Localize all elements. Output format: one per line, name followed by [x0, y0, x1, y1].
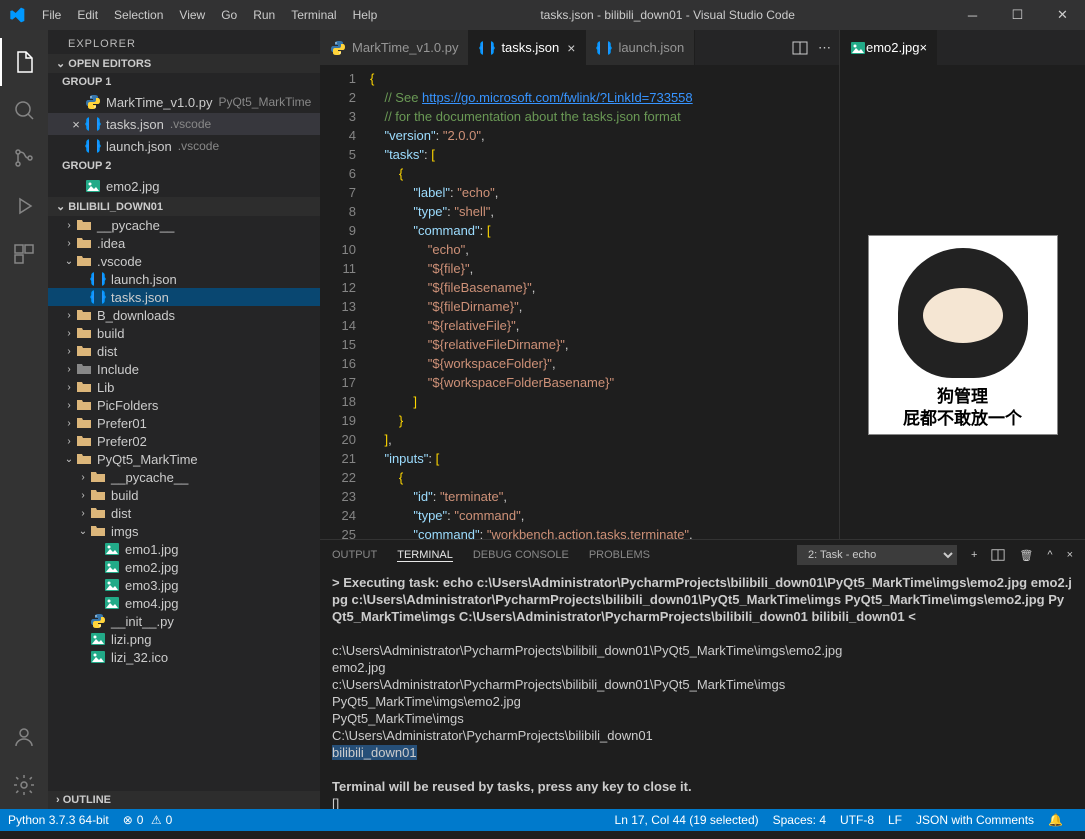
status-bell-icon[interactable]: 🔔 [1048, 813, 1063, 827]
status-spaces[interactable]: Spaces: 4 [773, 813, 826, 827]
tree-item[interactable]: lizi.png [48, 630, 320, 648]
bottom-panel: OUTPUT TERMINAL DEBUG CONSOLE PROBLEMS 2: Ta… [320, 539, 1085, 809]
panel-tab-output[interactable]: OUTPUT [332, 549, 377, 561]
account-icon[interactable] [0, 713, 48, 761]
meme-face-icon [898, 248, 1028, 378]
tree-item[interactable]: __pycache__ [48, 216, 320, 234]
editor-group-2-tabs: emo2.jpg× [840, 30, 1085, 65]
panel-tab-terminal[interactable]: TERMINAL [397, 549, 453, 562]
tree-item[interactable]: launch.json [48, 270, 320, 288]
image-preview: 狗管理 屁都不敢放一个 [868, 235, 1058, 435]
open-editor-item[interactable]: ×tasks.json.vscode [48, 113, 320, 135]
tree-item[interactable]: PicFolders [48, 396, 320, 414]
more-actions-icon[interactable]: ⋯ [818, 40, 831, 56]
tree-item[interactable]: PyQt5_MarkTime [48, 450, 320, 468]
close-panel-icon[interactable]: × [1067, 549, 1073, 561]
tree-item[interactable]: .vscode [48, 252, 320, 270]
outline-header[interactable]: OUTLINE [48, 791, 320, 809]
tree-item[interactable]: emo3.jpg [48, 576, 320, 594]
maximize-panel-icon[interactable]: ^ [1047, 549, 1052, 561]
menu-bar: FileEditSelectionViewGoRunTerminalHelp [34, 8, 385, 22]
menu-selection[interactable]: Selection [106, 8, 171, 22]
editor-tab[interactable]: tasks.json× [469, 30, 586, 65]
minimize-button[interactable]: ─ [950, 0, 995, 30]
tree-item[interactable]: tasks.json [48, 288, 320, 306]
tree-item[interactable]: Prefer02 [48, 432, 320, 450]
group-1-label: GROUP 1 [48, 73, 320, 91]
tree-item[interactable]: dist [48, 504, 320, 522]
status-eol[interactable]: LF [888, 813, 902, 827]
status-problems[interactable]: ⊗ 0 ⚠ 0 [123, 813, 173, 827]
menu-go[interactable]: Go [213, 8, 245, 22]
search-icon[interactable] [0, 86, 48, 134]
open-editor-item[interactable]: MarkTime_v1.0.pyPyQt5_MarkTime [48, 91, 320, 113]
tree-item[interactable]: __pycache__ [48, 468, 320, 486]
split-terminal-icon[interactable] [991, 548, 1005, 562]
line-gutter: 1234567891011121314151617181920212223242… [320, 65, 370, 539]
kill-terminal-icon[interactable]: 🗑 [1019, 549, 1033, 562]
tree-item[interactable]: Include [48, 360, 320, 378]
menu-file[interactable]: File [34, 8, 69, 22]
maximize-button[interactable]: ☐ [995, 0, 1040, 30]
split-editor-icon[interactable] [792, 40, 808, 56]
terminal-output[interactable]: > Executing task: echo c:\Users\Administ… [320, 570, 1085, 809]
settings-icon[interactable] [0, 761, 48, 809]
tree-item[interactable]: emo4.jpg [48, 594, 320, 612]
tree-item[interactable]: emo2.jpg [48, 558, 320, 576]
title-bar: FileEditSelectionViewGoRunTerminalHelp t… [0, 0, 1085, 30]
code-editor[interactable]: { // See https://go.microsoft.com/fwlink… [370, 65, 839, 539]
editor-tab[interactable]: launch.json [586, 30, 695, 65]
tree-item[interactable]: B_downloads [48, 306, 320, 324]
extensions-icon[interactable] [0, 230, 48, 278]
status-encoding[interactable]: UTF-8 [840, 813, 874, 827]
tree-item[interactable]: __init__.py [48, 612, 320, 630]
tree-item[interactable]: .idea [48, 234, 320, 252]
tree-item[interactable]: Prefer01 [48, 414, 320, 432]
project-header[interactable]: BILIBILI_DOWN01 [48, 197, 320, 216]
tree-item[interactable]: emo1.jpg [48, 540, 320, 558]
panel-tab-debug-console[interactable]: DEBUG CONSOLE [473, 549, 569, 561]
panel-tab-problems[interactable]: PROBLEMS [589, 549, 650, 561]
terminal-dropdown[interactable]: 2: Task - echo [797, 545, 957, 565]
tree-item[interactable]: lizi_32.ico [48, 648, 320, 666]
open-editor-item[interactable]: emo2.jpg [48, 175, 320, 197]
menu-view[interactable]: View [171, 8, 213, 22]
open-editors-header[interactable]: OPEN EDITORS [48, 54, 320, 73]
new-terminal-icon[interactable]: + [971, 549, 977, 561]
menu-terminal[interactable]: Terminal [283, 8, 344, 22]
close-button[interactable]: ✕ [1040, 0, 1085, 30]
tree-item[interactable]: build [48, 324, 320, 342]
menu-edit[interactable]: Edit [69, 8, 106, 22]
tree-item[interactable]: dist [48, 342, 320, 360]
editor-group-1-tabs: MarkTime_v1.0.pytasks.json×launch.json [320, 30, 784, 65]
sidebar-title: EXPLORER [48, 30, 320, 54]
sidebar: EXPLORER OPEN EDITORS GROUP 1 MarkTime_v… [48, 30, 320, 809]
debug-icon[interactable] [0, 182, 48, 230]
status-language[interactable]: JSON with Comments [916, 813, 1034, 827]
explorer-icon[interactable] [0, 38, 48, 86]
activity-bar [0, 30, 48, 809]
editor-tab[interactable]: emo2.jpg× [840, 30, 937, 65]
vscode-logo-icon [8, 6, 26, 24]
open-editor-item[interactable]: launch.json.vscode [48, 135, 320, 157]
editor-tab[interactable]: MarkTime_v1.0.py [320, 30, 469, 65]
status-bar: Python 3.7.3 64-bit ⊗ 0 ⚠ 0 Ln 17, Col 4… [0, 809, 1085, 831]
group-2-label: GROUP 2 [48, 157, 320, 175]
tree-item[interactable]: build [48, 486, 320, 504]
menu-run[interactable]: Run [245, 8, 283, 22]
menu-help[interactable]: Help [345, 8, 386, 22]
tree-item[interactable]: imgs [48, 522, 320, 540]
window-title: tasks.json - bilibili_down01 - Visual St… [385, 8, 950, 22]
scm-icon[interactable] [0, 134, 48, 182]
tree-item[interactable]: Lib [48, 378, 320, 396]
status-python[interactable]: Python 3.7.3 64-bit [8, 813, 109, 827]
status-lncol[interactable]: Ln 17, Col 44 (19 selected) [615, 813, 759, 827]
